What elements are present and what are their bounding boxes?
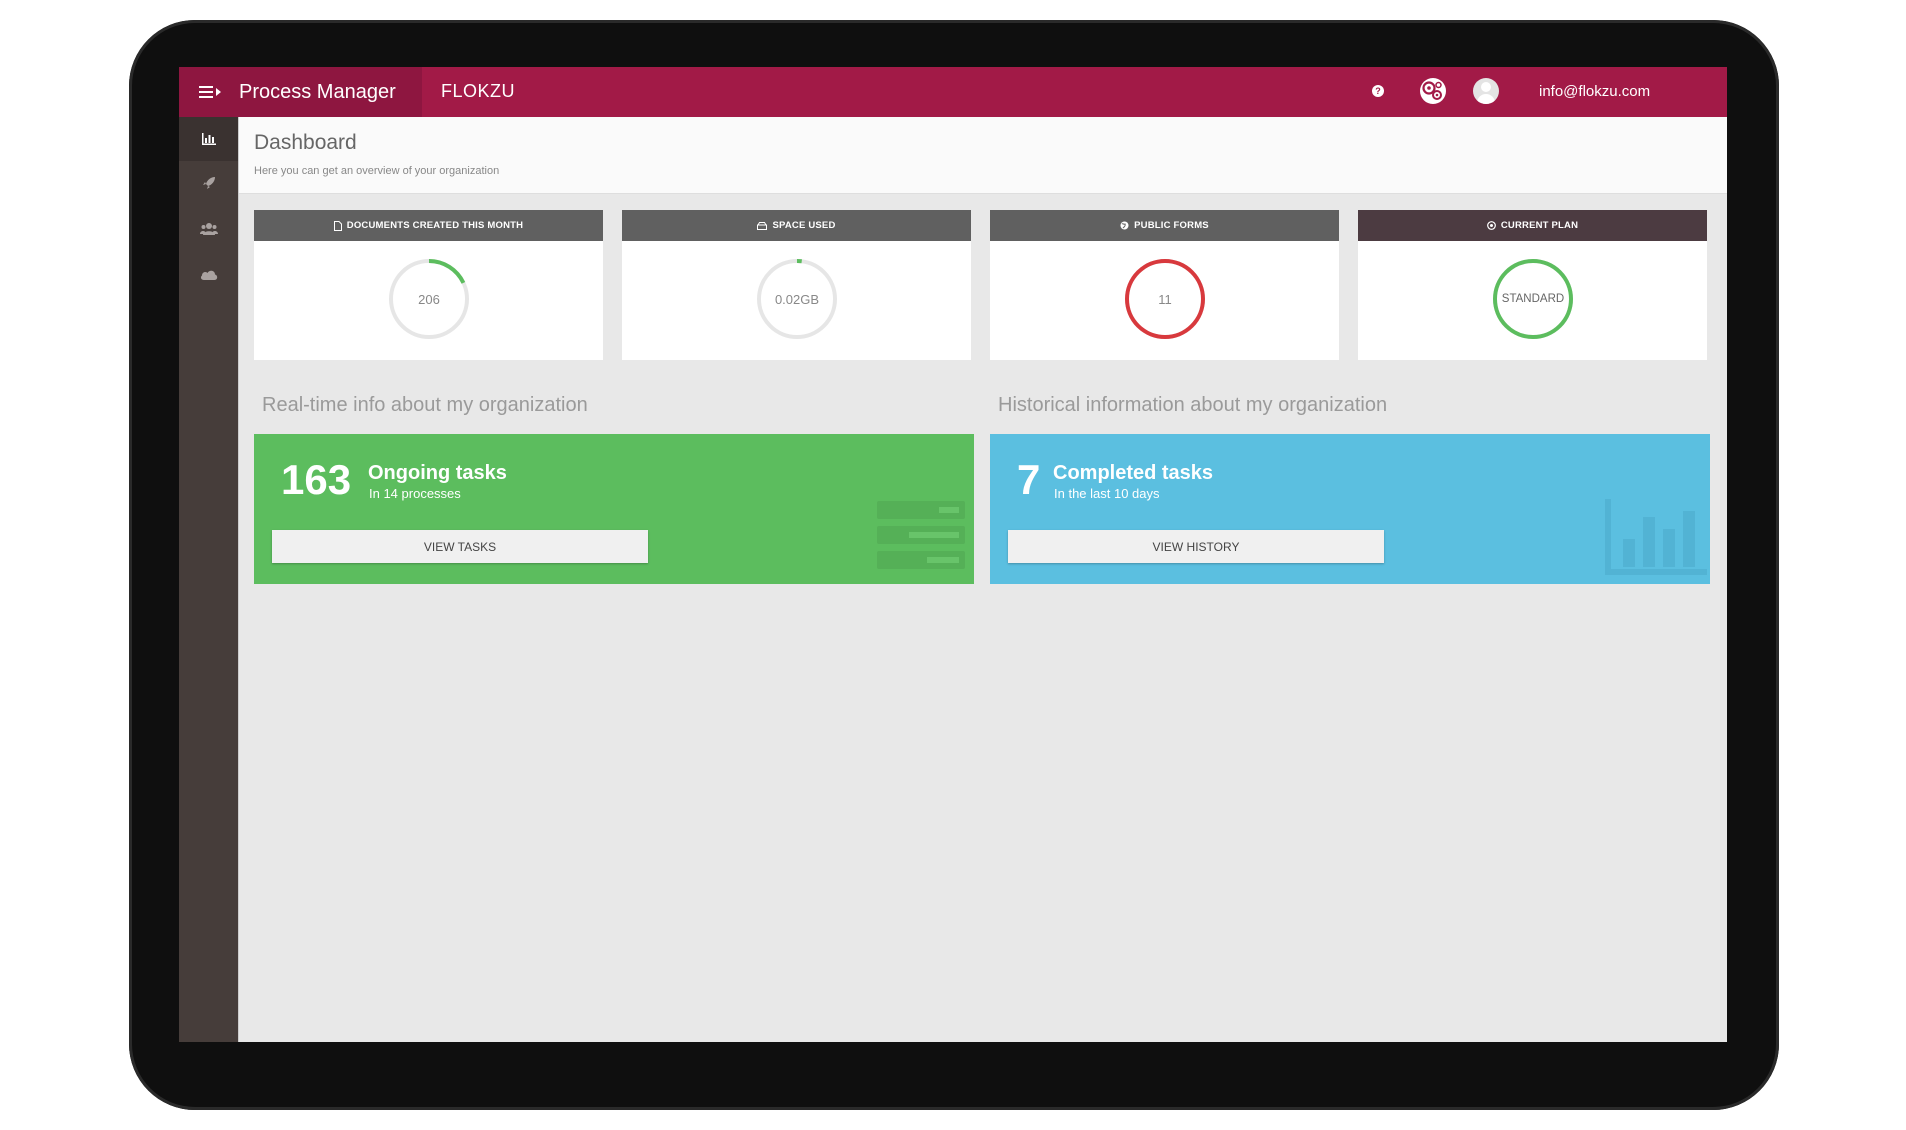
sidebar-item-dashboard[interactable] (179, 117, 238, 161)
sidebar-item-users[interactable] (179, 207, 238, 251)
stat-card-header: PUBLIC FORMS (990, 210, 1339, 241)
stat-ring: 206 (388, 258, 470, 340)
stat-card-public-forms: PUBLIC FORMS 11 (990, 210, 1339, 360)
page-header: Dashboard Here you can get an overview o… (239, 117, 1727, 194)
users-icon (199, 223, 218, 235)
realtime-section-title: Real-time info about my organization (262, 394, 588, 416)
stat-ring: 0.02GB (756, 258, 838, 340)
user-email[interactable]: info@flokzu.com (1539, 83, 1650, 100)
hard-drive-icon (757, 221, 768, 230)
document-icon (333, 220, 342, 231)
completed-tasks-title: Completed tasks (1053, 462, 1214, 484)
rocket-icon (202, 177, 215, 189)
target-icon (1486, 221, 1496, 230)
ongoing-tasks-card: 163 Ongoing tasks In 14 processes VIEW T… (254, 434, 974, 584)
sidebar-divider (238, 117, 239, 1042)
completed-tasks-subtitle: In the last 10 days (1054, 486, 1160, 501)
stat-value: 206 (418, 291, 440, 307)
view-tasks-button[interactable]: VIEW TASKS (272, 530, 648, 563)
ongoing-tasks-title: Ongoing tasks (368, 462, 507, 484)
stat-label: DOCUMENTS CREATED THIS MONTH (346, 220, 524, 231)
top-bar: Process Manager FLOKZU ? info@flokzu.com (179, 67, 1727, 117)
historical-section-title: Historical information about my organiza… (998, 394, 1388, 416)
brand-block: Process Manager (179, 67, 422, 117)
stat-ring: 11 (1124, 258, 1206, 340)
stat-label: SPACE USED (772, 220, 836, 231)
sidebar-item-cloud[interactable] (179, 253, 238, 297)
ongoing-tasks-count: 163 (281, 456, 352, 503)
bar-chart-icon (201, 133, 216, 145)
stat-label: PUBLIC FORMS (1134, 220, 1209, 231)
page-title: Dashboard (254, 131, 357, 154)
sidebar (179, 117, 238, 1042)
view-history-button[interactable]: VIEW HISTORY (1008, 530, 1384, 563)
stat-value: STANDARD (1501, 293, 1565, 305)
stat-value: 11 (1158, 291, 1172, 307)
stat-value: 0.02GB (774, 291, 820, 307)
stat-card-current-plan: CURRENT PLAN STANDARD (1358, 210, 1707, 360)
stat-card-header: DOCUMENTS CREATED THIS MONTH (254, 210, 603, 241)
task-list-icon (877, 501, 965, 569)
app-title: Process Manager (239, 80, 396, 103)
user-avatar-icon[interactable] (1473, 78, 1499, 104)
completed-tasks-card: 7 Completed tasks In the last 10 days VI… (990, 434, 1710, 584)
stat-card-header: CURRENT PLAN (1358, 210, 1707, 241)
sidebar-item-processes[interactable] (179, 161, 238, 205)
ongoing-tasks-subtitle: In 14 processes (369, 486, 461, 501)
cloud-icon (200, 270, 217, 280)
stat-ring: STANDARD (1492, 258, 1574, 340)
organization-name[interactable]: FLOKZU (441, 81, 515, 102)
page-subtitle: Here you can get an overview of your org… (254, 165, 500, 177)
help-icon[interactable]: ? (1372, 85, 1384, 97)
completed-tasks-count: 7 (1017, 456, 1041, 503)
gears-icon[interactable] (1419, 77, 1447, 105)
stat-card-header: SPACE USED (622, 210, 971, 241)
stat-card-space: SPACE USED 0.02GB (622, 210, 971, 360)
history-chart-icon (1605, 499, 1707, 575)
stat-card-documents: DOCUMENTS CREATED THIS MONTH 206 (254, 210, 603, 360)
stat-label: CURRENT PLAN (1500, 220, 1579, 231)
app-screen: Process Manager FLOKZU ? info@flokzu.com (179, 67, 1727, 1042)
menu-toggle-icon[interactable] (199, 84, 221, 100)
globe-icon (1120, 221, 1129, 230)
